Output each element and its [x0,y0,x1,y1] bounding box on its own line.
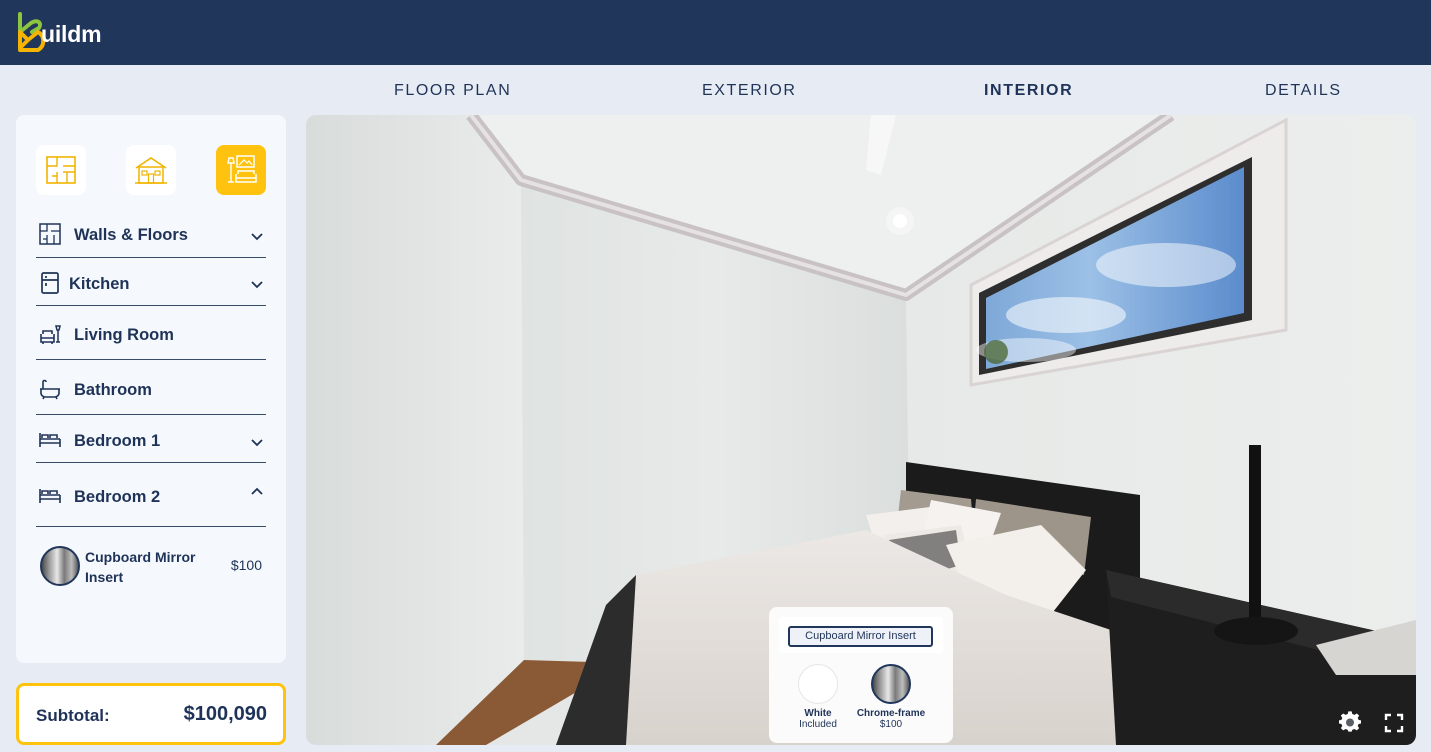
floor-plan-icon [46,156,76,184]
living-room-interior-icon [227,155,257,183]
chevron-down-icon [250,277,264,291]
tab-floor-plan[interactable]: FLOOR PLAN [394,82,511,100]
bed-icon [38,427,62,451]
buildm-logo[interactable]: uildm [14,9,134,55]
top-navbar: uildm [0,0,1431,65]
subtotal-label: Subtotal: [36,706,110,725]
house-exterior-icon [135,157,167,184]
popup-title-container: Cupboard Mirror Insert [779,617,943,653]
tab-details[interactable]: DETAILS [1265,82,1342,100]
fridge-icon [38,271,62,295]
section-label: Bedroom 1 [74,432,161,450]
category-floor-plan-button[interactable] [36,145,86,195]
option-item-price: $100 [230,557,262,573]
section-label: Bedroom 2 [74,488,161,506]
option-price: Included [799,719,837,730]
options-sidebar: Walls & Floors Kitchen Living Room Bathr… [16,115,286,663]
category-exterior-button[interactable] [126,145,176,195]
section-bedroom-2[interactable]: Bedroom 2 [36,463,266,527]
section-walls-floors[interactable]: Walls & Floors [36,219,266,258]
fullscreen-icon[interactable] [1382,711,1406,735]
section-label: Living Room [74,326,174,344]
interior-3d-viewer[interactable]: Cupboard Mirror Insert White Included Ch… [306,115,1416,745]
white-swatch[interactable] [798,664,838,704]
option-name: White [804,708,832,719]
option-selector-popup: Cupboard Mirror Insert White Included Ch… [769,607,953,743]
bathtub-icon [38,377,62,401]
option-white[interactable]: White Included [782,664,854,730]
chevron-up-icon [250,485,264,499]
chevron-down-icon [250,229,264,243]
section-kitchen[interactable]: Kitchen [36,258,266,306]
option-name: Chrome-frame [856,708,926,719]
subtotal-box: Subtotal: $100,090 [16,683,286,745]
tab-exterior[interactable]: EXTERIOR [702,82,797,100]
chrome-frame-swatch[interactable] [871,664,911,704]
section-label: Walls & Floors [74,226,188,244]
subtotal-value: $100,090 [183,703,267,725]
option-price: $100 [879,719,903,730]
settings-gear-icon[interactable] [1338,711,1362,735]
armchair-lamp-icon [38,322,62,346]
category-interior-button[interactable] [216,145,266,195]
option-chrome-frame[interactable]: Chrome-frame $100 [855,664,927,730]
section-bedroom-1[interactable]: Bedroom 1 [36,415,266,463]
option-item-cupboard-mirror[interactable]: Cupboard Mirror Insert $100 [40,545,266,587]
section-living-room[interactable]: Living Room [36,306,266,360]
chrome-frame-swatch[interactable] [40,546,80,586]
tab-interior[interactable]: INTERIOR [984,82,1073,100]
section-label: Bathroom [74,381,152,399]
logo-text: uildm [41,20,102,47]
view-tabs: FLOOR PLAN EXTERIOR INTERIOR DETAILS [306,65,1416,115]
floor-plan-icon [38,222,62,246]
section-label: Kitchen [69,275,130,293]
bed-icon [38,483,62,507]
option-item-name: Cupboard Mirror Insert [85,549,196,585]
section-bathroom[interactable]: Bathroom [36,360,266,415]
chevron-down-icon [250,435,264,449]
popup-title: Cupboard Mirror Insert [788,626,933,647]
